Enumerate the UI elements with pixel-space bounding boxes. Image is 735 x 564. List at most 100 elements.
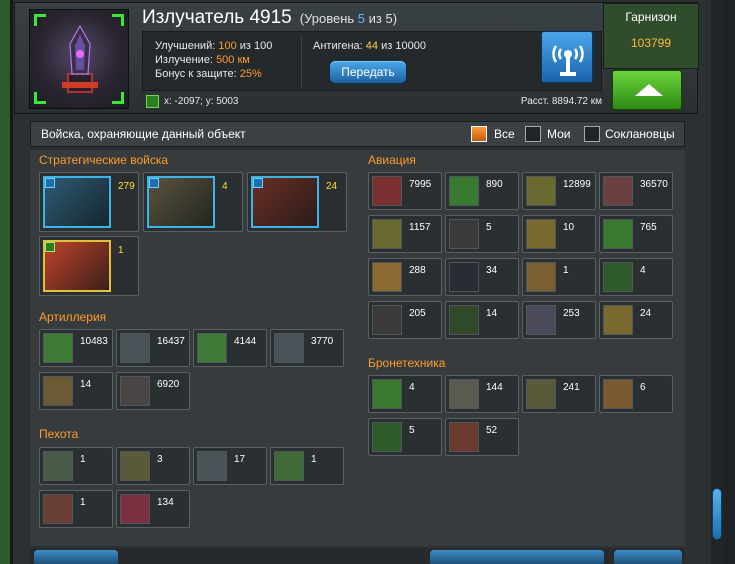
unit-tile[interactable]: 1 (270, 447, 344, 485)
artillery-unit-icon (120, 333, 150, 363)
unit-tile[interactable]: 3770 (270, 329, 344, 367)
star-badge-icon (45, 242, 55, 252)
unit-tile[interactable]: 144 (445, 375, 519, 413)
unit-tile[interactable]: 134 (116, 490, 190, 528)
unit-count: 17 (234, 454, 246, 465)
radar-antenna-icon (552, 45, 584, 76)
shield-badge-icon (149, 178, 159, 188)
aviation-unit-icon (449, 305, 479, 335)
object-coordinates: x: -2097; y: 5003 (164, 96, 239, 107)
troops-filter-bar: Войска, охраняющие данный объект Все Мои… (30, 121, 685, 147)
artillery-unit-icon (274, 333, 304, 363)
bottom-tab[interactable] (430, 550, 604, 564)
unit-tile[interactable]: 17 (193, 447, 267, 485)
infantry-unit-icon (197, 451, 227, 481)
garrison-value: 103799 (630, 36, 672, 50)
artillery-unit-icon (43, 376, 73, 406)
filter-mine-checkbox[interactable] (525, 126, 541, 142)
emission-line: Излучение: 500 км (155, 53, 272, 67)
unit-tile[interactable]: 1 (39, 490, 113, 528)
antigen-value: 44 (365, 40, 379, 52)
unit-count: 10 (563, 222, 575, 233)
filter-clan-label: Соклановцы (605, 127, 675, 141)
bottom-tab[interactable] (614, 550, 682, 564)
unit-count: 5 (409, 425, 415, 436)
upgrades-line: Улучшений: 100 из 100 (155, 39, 272, 53)
unit-tile[interactable]: 241 (522, 375, 596, 413)
filter-clan-checkbox[interactable] (584, 126, 600, 142)
unit-tile[interactable]: 1 (522, 258, 596, 296)
unit-count: 3 (157, 454, 163, 465)
coordinates-icon (146, 95, 159, 108)
unit-tile[interactable]: 16437 (116, 329, 190, 367)
unit-tile[interactable]: 6 (599, 375, 673, 413)
infantry-unit-icon (120, 494, 150, 524)
unit-tile[interactable]: 890 (445, 172, 519, 210)
unit-tile[interactable]: 12899 (522, 172, 596, 210)
object-portrait (29, 9, 129, 109)
unit-count: 144 (486, 382, 503, 393)
unit-tile[interactable]: 4144 (193, 329, 267, 367)
unit-tile[interactable]: 24 (599, 301, 673, 339)
unit-count: 1 (311, 454, 317, 465)
unit-tile[interactable]: 4 (368, 375, 442, 413)
unit-count: 1 (80, 497, 86, 508)
unit-tile[interactable]: 1 (39, 236, 139, 296)
unit-tile[interactable]: 205 (368, 301, 442, 339)
aviation-unit-icon (372, 262, 402, 292)
stats-panel: Улучшений: 100 из 100 Излучение: 500 км … (142, 31, 602, 91)
antigen-label: Антигена: (313, 40, 363, 52)
scrollbar-thumb[interactable] (712, 488, 722, 540)
unit-tile[interactable]: 765 (599, 215, 673, 253)
aviation-unit-icon (372, 219, 402, 249)
unit-count: 890 (486, 179, 503, 190)
unit-count: 7995 (409, 179, 432, 190)
unit-tile[interactable]: 5 (368, 418, 442, 456)
unit-tile[interactable]: 3 (116, 447, 190, 485)
garrison-label: Гарнизон (625, 10, 677, 24)
unit-tile[interactable]: 4 (599, 258, 673, 296)
filter-caption: Войска, охраняющие данный объект (41, 127, 246, 141)
unit-tile[interactable]: 36570 (599, 172, 673, 210)
unit-count: 16437 (157, 336, 185, 347)
infantry-unit-icon (120, 451, 150, 481)
armor-unit-icon (603, 379, 633, 409)
unit-tile[interactable]: 1 (39, 447, 113, 485)
emitter-tower-icon (62, 24, 98, 93)
upgrades-label: Улучшений: (155, 40, 216, 52)
stats-divider (301, 36, 302, 88)
unit-tile[interactable]: 14 (39, 372, 113, 410)
unit-tile[interactable]: 279 (39, 172, 139, 232)
portrait-corner (34, 92, 46, 104)
unit-tile[interactable]: 34 (445, 258, 519, 296)
collapse-up-button[interactable] (611, 69, 683, 111)
transfer-button[interactable]: Передать (329, 60, 407, 84)
unit-tile[interactable]: 6920 (116, 372, 190, 410)
radar-button[interactable] (541, 31, 593, 83)
bottom-tab[interactable] (34, 550, 118, 564)
unit-tile[interactable]: 4 (143, 172, 243, 232)
emission-label: Излучение: (155, 54, 213, 66)
unit-tile[interactable]: 1157 (368, 215, 442, 253)
shield-badge-icon (45, 178, 55, 188)
unit-tile[interactable]: 52 (445, 418, 519, 456)
unit-tile[interactable]: 10 (522, 215, 596, 253)
aviation-unit-icon (603, 176, 633, 206)
defense-line: Бонус к защите: 25% (155, 67, 272, 81)
left-edge-decoration (0, 0, 10, 564)
unit-tile[interactable]: 7995 (368, 172, 442, 210)
unit-tile[interactable]: 253 (522, 301, 596, 339)
aviation-unit-icon (449, 262, 479, 292)
unit-count: 1157 (409, 222, 431, 233)
artillery-unit-icon (43, 333, 73, 363)
scrollbar-track[interactable] (711, 0, 725, 564)
object-title: Излучатель 4915 (142, 7, 292, 28)
unit-tile[interactable]: 10483 (39, 329, 113, 367)
unit-tile[interactable]: 5 (445, 215, 519, 253)
defense-value: 25% (239, 68, 262, 80)
filter-all-checkbox[interactable] (471, 126, 487, 142)
title-row: Излучатель 4915 (Уровень 5 из 5) (142, 7, 397, 31)
unit-tile[interactable]: 14 (445, 301, 519, 339)
unit-tile[interactable]: 288 (368, 258, 442, 296)
unit-tile[interactable]: 24 (247, 172, 347, 232)
